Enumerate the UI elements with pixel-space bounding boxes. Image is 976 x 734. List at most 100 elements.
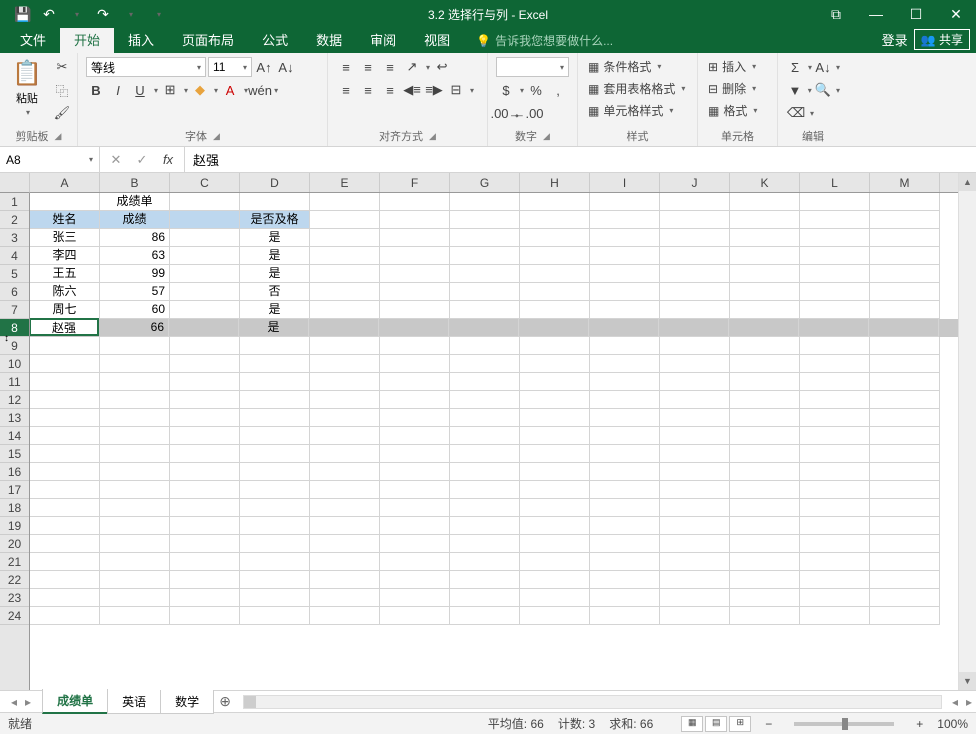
cell[interactable]	[240, 499, 310, 517]
column-header[interactable]: A	[30, 173, 100, 192]
cell[interactable]	[800, 517, 870, 535]
cell[interactable]	[660, 211, 730, 229]
cell[interactable]	[870, 607, 940, 625]
cell[interactable]	[660, 373, 730, 391]
cell[interactable]	[660, 283, 730, 301]
launcher-icon[interactable]: ◢	[429, 131, 436, 142]
cell[interactable]	[660, 301, 730, 319]
cell[interactable]	[730, 517, 800, 535]
cell[interactable]	[870, 373, 940, 391]
row-header[interactable]: 20	[0, 535, 29, 553]
format-painter-icon[interactable]: 🖌	[52, 103, 72, 123]
cell[interactable]	[660, 445, 730, 463]
cell[interactable]	[240, 607, 310, 625]
row-header[interactable]: 13	[0, 409, 29, 427]
cell[interactable]	[800, 499, 870, 517]
cell[interactable]	[380, 355, 450, 373]
redo-icon[interactable]: ↷	[92, 3, 114, 25]
cell[interactable]	[380, 481, 450, 499]
row-header[interactable]: 19	[0, 517, 29, 535]
percent-icon[interactable]: %	[526, 80, 546, 100]
row-header[interactable]: 12	[0, 391, 29, 409]
cell[interactable]	[800, 607, 870, 625]
cell[interactable]	[170, 463, 240, 481]
cell[interactable]	[590, 571, 660, 589]
cell[interactable]	[170, 211, 240, 229]
cell[interactable]	[240, 571, 310, 589]
cell[interactable]	[800, 535, 870, 553]
cell[interactable]	[450, 355, 520, 373]
cell[interactable]	[30, 355, 100, 373]
cell[interactable]	[310, 535, 380, 553]
cell[interactable]	[310, 337, 380, 355]
cell[interactable]	[800, 193, 870, 211]
cell[interactable]	[590, 517, 660, 535]
cell[interactable]	[380, 445, 450, 463]
cancel-icon[interactable]: ✕	[104, 149, 128, 171]
cell[interactable]	[100, 445, 170, 463]
cells-viewport[interactable]: 成绩单姓名成绩是否及格张三86是李四63是王五99是陈六57否周七60是赵强66…	[30, 193, 958, 690]
cell[interactable]	[660, 589, 730, 607]
cell[interactable]	[520, 283, 590, 301]
cell[interactable]	[590, 247, 660, 265]
cell[interactable]: 66	[99, 319, 169, 337]
cell[interactable]	[380, 463, 450, 481]
cell[interactable]	[730, 427, 800, 445]
cut-icon[interactable]: ✂	[52, 57, 72, 77]
cell[interactable]	[870, 499, 940, 517]
cell[interactable]	[100, 517, 170, 535]
cell[interactable]	[450, 301, 520, 319]
cell[interactable]	[590, 229, 660, 247]
cell[interactable]: 周七	[30, 301, 100, 319]
cell[interactable]	[590, 211, 660, 229]
scroll-left-icon[interactable]: ◂	[948, 695, 962, 709]
cell[interactable]	[450, 409, 520, 427]
cell[interactable]	[870, 589, 940, 607]
row-header[interactable]: 3	[0, 229, 29, 247]
cell[interactable]	[520, 607, 590, 625]
cell[interactable]	[660, 427, 730, 445]
cell[interactable]	[800, 445, 870, 463]
cell[interactable]	[800, 355, 870, 373]
zoom-in-button[interactable]: +	[916, 717, 923, 731]
cell[interactable]	[380, 337, 450, 355]
cell[interactable]	[310, 445, 380, 463]
cell[interactable]	[240, 409, 310, 427]
hscroll-thumb[interactable]	[244, 696, 256, 708]
cell[interactable]	[380, 373, 450, 391]
cell[interactable]	[870, 211, 940, 229]
cell[interactable]	[100, 481, 170, 499]
cell[interactable]	[380, 589, 450, 607]
cell[interactable]	[30, 589, 100, 607]
accounting-icon[interactable]: $	[496, 80, 516, 100]
cell[interactable]	[450, 571, 520, 589]
cell[interactable]	[730, 247, 800, 265]
cell[interactable]	[100, 535, 170, 553]
cell[interactable]	[660, 193, 730, 211]
cell[interactable]	[519, 319, 589, 337]
cell[interactable]	[870, 247, 940, 265]
chevron-down-icon[interactable]: ▾	[808, 86, 812, 95]
cell[interactable]	[660, 535, 730, 553]
grow-font-icon[interactable]: A↑	[254, 57, 274, 77]
cell[interactable]	[310, 283, 380, 301]
underline-button[interactable]: U	[130, 80, 150, 100]
cell[interactable]	[170, 409, 240, 427]
cell[interactable]	[380, 265, 450, 283]
view-page-layout-icon[interactable]: ▤	[705, 716, 727, 732]
merge-icon[interactable]: ⊟	[446, 80, 466, 100]
font-color-icon[interactable]: A	[220, 80, 240, 100]
cell[interactable]	[310, 427, 380, 445]
cell[interactable]	[520, 517, 590, 535]
cell[interactable]	[800, 373, 870, 391]
cell[interactable]: 57	[100, 283, 170, 301]
name-box[interactable]: A8▾	[0, 147, 100, 172]
cell[interactable]	[170, 427, 240, 445]
italic-button[interactable]: I	[108, 80, 128, 100]
column-header[interactable]: E	[310, 173, 380, 192]
enter-icon[interactable]: ✓	[130, 149, 154, 171]
cell[interactable]	[520, 589, 590, 607]
column-header[interactable]: C	[170, 173, 240, 192]
cell[interactable]	[520, 409, 590, 427]
cell[interactable]	[870, 481, 940, 499]
